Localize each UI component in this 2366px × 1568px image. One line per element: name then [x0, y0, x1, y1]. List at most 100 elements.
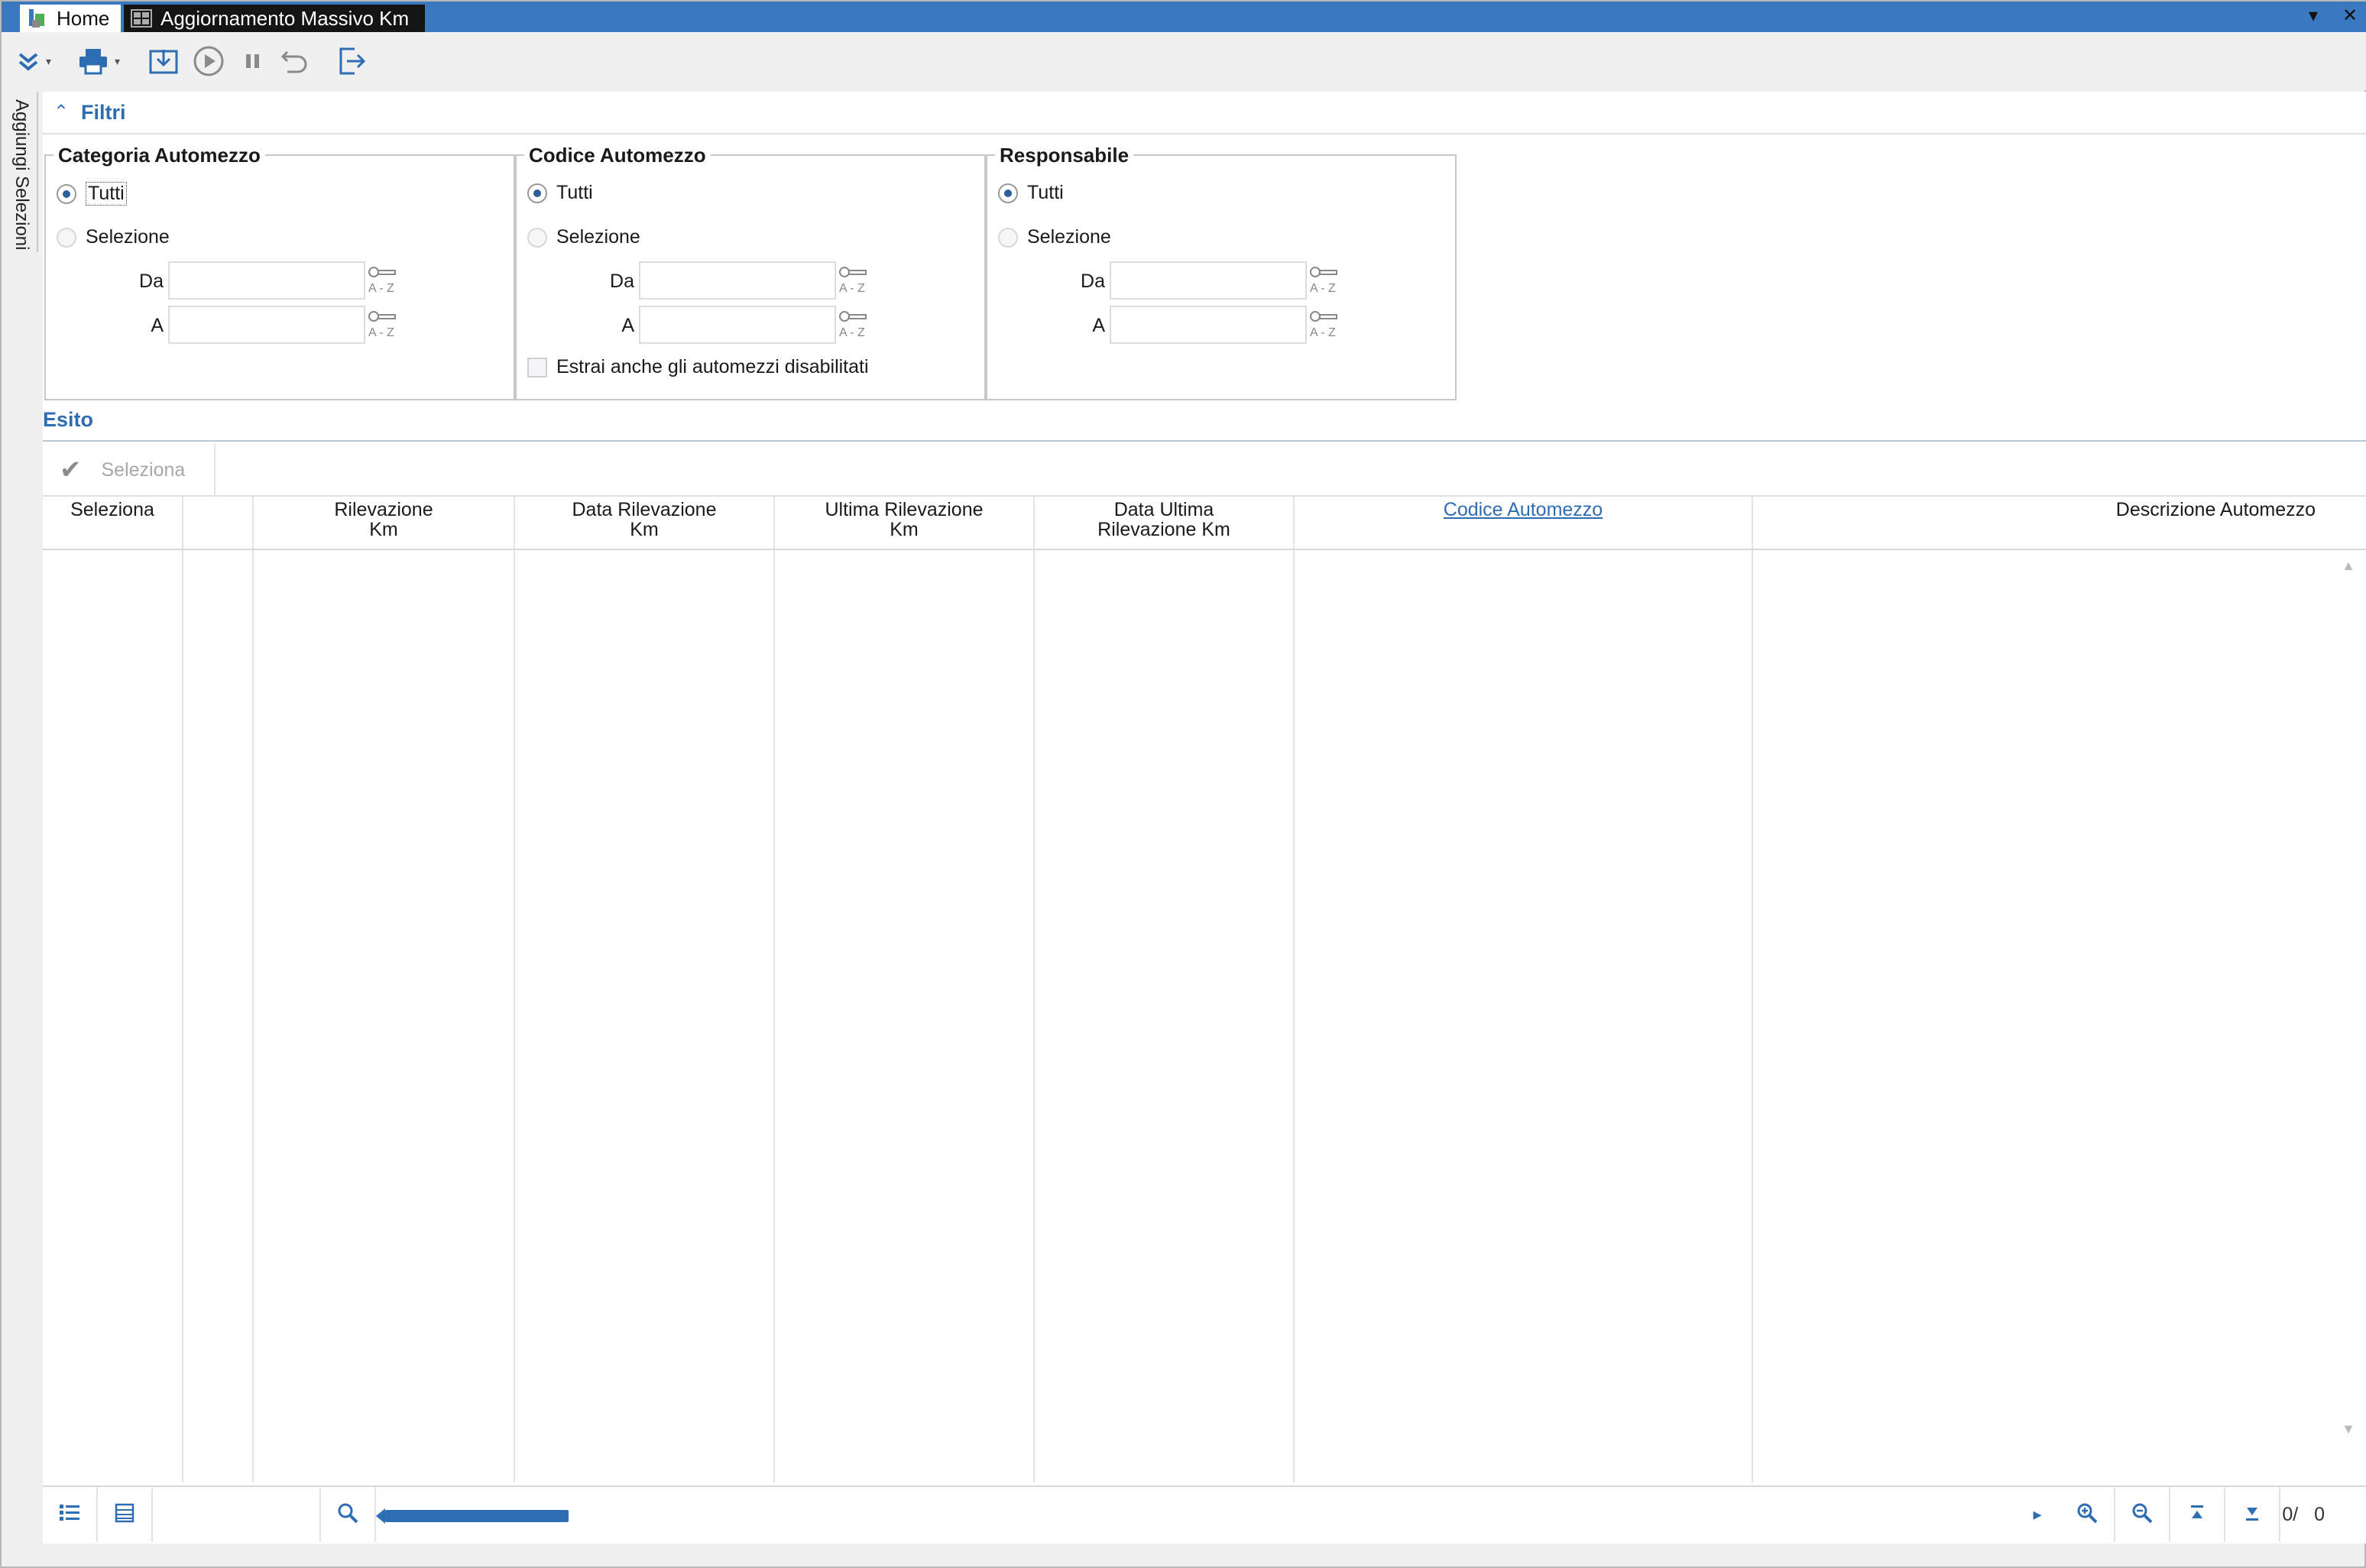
zoom-in-icon [2076, 1502, 2099, 1528]
radio-button[interactable] [998, 227, 1018, 248]
window-buttons: ▾ ✕ [2303, 6, 2360, 26]
grid-toolbar: ✔ Seleziona [43, 443, 2366, 497]
radio-tutti[interactable]: Tutti [57, 182, 127, 206]
download-box-icon [148, 47, 179, 76]
printer-icon [78, 47, 109, 75]
radio-button-checked[interactable] [57, 183, 76, 204]
main-panel: ⌃ Filtri Categoria Automezzo Tutti Selez… [43, 92, 2366, 1544]
scroll-up-icon[interactable]: ▲ [2342, 558, 2355, 574]
scroll-down-icon[interactable]: ▼ [2342, 1421, 2355, 1437]
exit-button[interactable] [336, 43, 367, 79]
zoom-in-button[interactable] [2060, 1487, 2115, 1542]
radio-label: Selezione [1027, 226, 1111, 248]
chevron-up-icon[interactable]: ⌃ [53, 101, 69, 123]
tab-active-label: Aggiornamento Massivo Km [160, 6, 410, 30]
scroll-right-button[interactable]: ▸ [2014, 1487, 2060, 1542]
record-counter: 0/ 0 [2282, 1504, 2325, 1525]
list-view-button[interactable] [43, 1487, 98, 1542]
radio-button-checked[interactable] [527, 183, 547, 203]
search-icon [336, 1502, 359, 1528]
double-chevron-down-icon [15, 48, 41, 74]
tab-home-label: Home [57, 6, 110, 30]
exit-icon [336, 46, 367, 76]
zoom-out-button[interactable] [2115, 1487, 2170, 1542]
select-button[interactable]: ✔ Seleziona [43, 443, 216, 497]
lookup-az-icon[interactable]: A - Z [367, 307, 402, 342]
lookup-az-icon[interactable]: A - Z [367, 263, 402, 298]
field-label: Da [610, 271, 634, 292]
grid-window-icon [130, 8, 153, 29]
radio-selezione[interactable]: Selezione [527, 226, 640, 248]
radio-label: Selezione [86, 226, 170, 248]
group-legend: Codice Automezzo [524, 144, 711, 167]
detail-view-button[interactable] [98, 1487, 153, 1542]
expand-all-button[interactable]: ▾ [15, 43, 51, 79]
radio-button[interactable] [57, 227, 76, 248]
from-input[interactable] [639, 261, 836, 300]
side-tab-label: Aggiungi Selezioni [11, 99, 32, 251]
tab-aggiornamento-massivo-km[interactable]: Aggiornamento Massivo Km [124, 5, 425, 32]
radio-label: Tutti [86, 182, 127, 206]
print-button[interactable]: ▾ [78, 43, 120, 79]
filter-group-codice-automezzo: Codice Automezzo Tutti Selezione Da A - … [515, 144, 987, 400]
dropdown-arrow-icon[interactable]: ▾ [46, 55, 51, 68]
field-label: A [151, 315, 164, 336]
svg-text:A - Z: A - Z [1310, 282, 1336, 295]
arrow-to-top-icon [2187, 1503, 2207, 1527]
footer-blank-cell [153, 1487, 321, 1542]
filters-header[interactable]: ⌃ Filtri [43, 92, 2366, 134]
lookup-az-icon[interactable]: A - Z [1308, 263, 1343, 298]
add-selections-side-tab[interactable]: Aggiungi Selezioni [8, 92, 38, 252]
result-title: Esito [43, 408, 94, 431]
radio-tutti[interactable]: Tutti [998, 182, 1064, 204]
tab-bar: Home Aggiornamento Massivo Km ▾ ✕ [2, 2, 2366, 32]
group-legend: Categoria Automezzo [53, 144, 265, 167]
radio-label: Tutti [556, 182, 593, 203]
first-record-button[interactable] [2170, 1487, 2225, 1542]
grid-footer: ▸ 0/ 0 [43, 1485, 2366, 1542]
horizontal-scrollbar[interactable] [376, 1508, 569, 1524]
to-input[interactable] [639, 306, 836, 344]
svg-text:A - Z: A - Z [839, 282, 865, 295]
radio-tutti[interactable]: Tutti [527, 182, 593, 204]
radio-button[interactable] [527, 227, 547, 248]
tab-home[interactable]: Home [20, 5, 121, 32]
disabled-vehicles-checkbox-row[interactable]: Estrai anche gli automezzi disabilitati [527, 356, 869, 378]
radio-button-checked[interactable] [998, 183, 1018, 203]
zoom-out-icon [2131, 1502, 2154, 1528]
pause-button[interactable] [241, 43, 264, 79]
lookup-az-icon[interactable]: A - Z [838, 307, 873, 342]
dropdown-arrow-icon[interactable]: ▾ [115, 55, 120, 68]
undo-button[interactable] [280, 43, 310, 79]
to-input[interactable] [168, 306, 365, 344]
range-to-row: A A - Z [517, 306, 987, 344]
lookup-az-icon[interactable]: A - Z [838, 263, 873, 298]
field-label: A [621, 315, 634, 336]
lookup-az-icon[interactable]: A - Z [1308, 307, 1343, 342]
search-button[interactable] [321, 1487, 376, 1542]
svg-text:A - Z: A - Z [1310, 326, 1336, 339]
import-button[interactable] [148, 43, 179, 79]
range-from-row: Da A - Z [517, 261, 987, 300]
to-input[interactable] [1110, 306, 1307, 344]
field-label: A [1092, 315, 1105, 336]
from-input[interactable] [1110, 261, 1307, 300]
last-record-button[interactable] [2225, 1487, 2280, 1542]
list-bullets-icon [58, 1503, 81, 1527]
undo-icon [280, 47, 310, 75]
field-label: Da [139, 271, 164, 292]
triangle-right-icon: ▸ [2033, 1505, 2042, 1524]
home-icon [26, 8, 49, 29]
run-button[interactable] [193, 43, 225, 79]
radio-selezione[interactable]: Selezione [998, 226, 1111, 248]
field-label: Da [1081, 271, 1105, 292]
arrow-to-bottom-icon [2242, 1503, 2262, 1527]
from-input[interactable] [168, 261, 365, 300]
range-to-row: A A - Z [46, 306, 517, 344]
checkbox[interactable] [527, 357, 547, 377]
close-icon[interactable]: ✕ [2340, 6, 2360, 26]
svg-text:A - Z: A - Z [839, 326, 865, 339]
tab-list-dropdown-icon[interactable]: ▾ [2303, 6, 2323, 26]
range-from-row: Da A - Z [46, 261, 517, 300]
radio-selezione[interactable]: Selezione [57, 226, 170, 248]
